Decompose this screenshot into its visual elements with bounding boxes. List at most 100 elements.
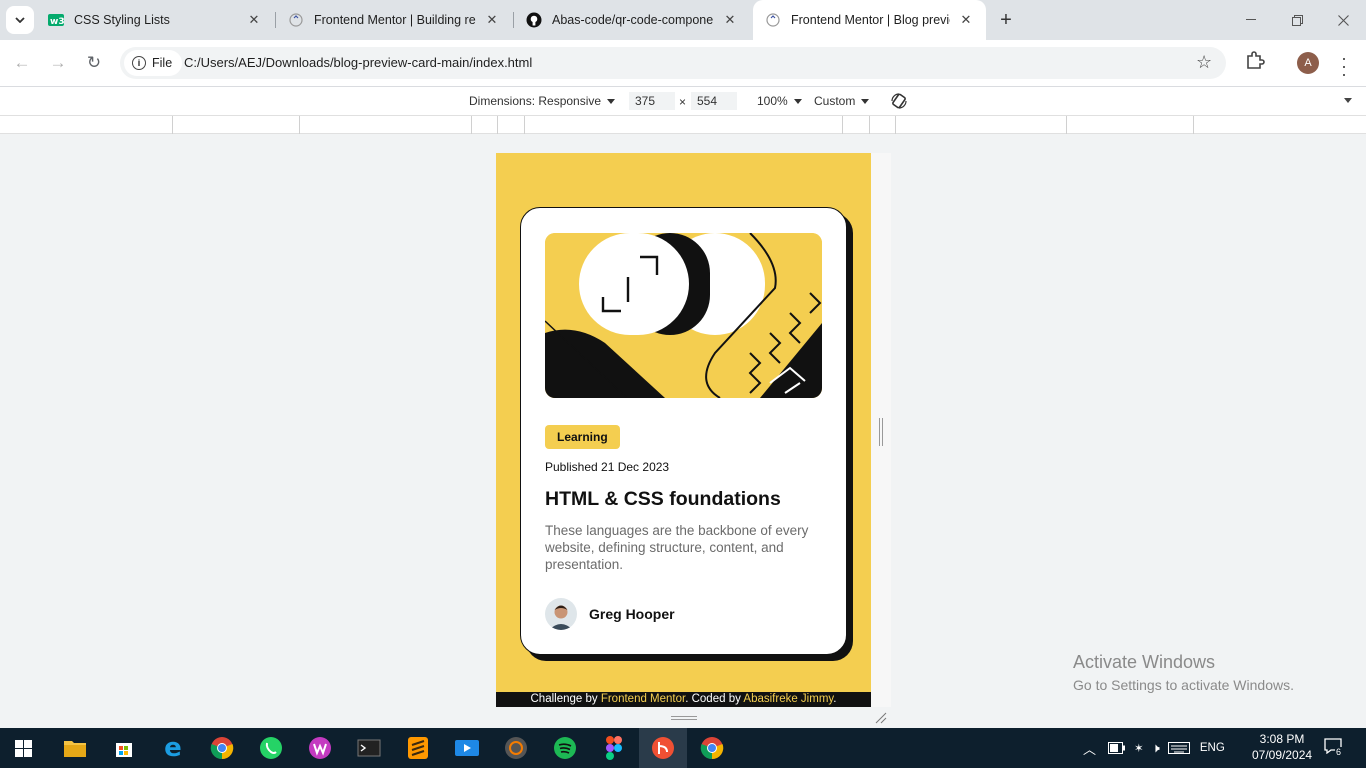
tab-strip: w3 CSS Styling Lists ✕ Frontend Mentor |…: [0, 0, 1366, 40]
ruler-tick: [869, 116, 870, 134]
ruler-tick: [471, 116, 472, 134]
card-description: These languages are the backbone of ever…: [545, 523, 809, 572]
url-text[interactable]: C:/Users/AEJ/Downloads/blog-preview-card…: [184, 55, 532, 70]
zoom-dropdown[interactable]: 100%: [757, 94, 802, 108]
browser-toolbar: ← → ↻ i File C:/Users/AEJ/Downloads/blog…: [0, 40, 1366, 86]
wps-office-icon[interactable]: [306, 734, 334, 762]
resize-corner-icon[interactable]: [875, 712, 887, 724]
battery-icon[interactable]: [1108, 742, 1126, 754]
network-icon[interactable]: ✶: [1134, 741, 1144, 755]
arrow-left-icon: ←: [13, 53, 31, 72]
card-title[interactable]: HTML & CSS foundations: [545, 488, 781, 511]
new-tab-button[interactable]: +: [994, 8, 1018, 32]
frontend-mentor-link[interactable]: Frontend Mentor: [601, 693, 685, 705]
throttle-dropdown[interactable]: Custom: [814, 94, 870, 108]
resize-handle-right[interactable]: [879, 418, 883, 446]
watermark-subtitle: Go to Settings to activate Windows.: [1073, 677, 1294, 693]
ruler-tick: [1193, 116, 1194, 134]
svg-text:w3: w3: [50, 17, 64, 26]
ruler-tick: [172, 116, 173, 134]
notification-center-icon[interactable]: 6: [1324, 738, 1344, 758]
more-options-caret-icon[interactable]: [1344, 98, 1352, 103]
microsoft-store-icon[interactable]: [110, 734, 138, 762]
attribution-footer: Challenge by Frontend Mentor. Coded by A…: [496, 692, 871, 707]
minimize-button[interactable]: [1228, 0, 1274, 40]
tab-github-qr-code[interactable]: Abas-code/qr-code-componen ✕: [514, 0, 750, 40]
browser-menu-icon[interactable]: · · ·: [1336, 49, 1352, 83]
chevron-up-icon[interactable]: ︿: [1083, 739, 1096, 758]
scheme-label: File: [152, 56, 173, 70]
restore-button[interactable]: [1274, 0, 1320, 40]
author-link[interactable]: Abasifreke Jimmy: [743, 693, 833, 705]
ruler-tick: [1066, 116, 1067, 134]
ruler-tick: [895, 116, 896, 134]
edge-icon[interactable]: e: [159, 733, 187, 763]
watermark-title: Activate Windows: [1073, 652, 1216, 672]
published-date: Published 21 Dec 2023: [545, 460, 670, 474]
height-input[interactable]: 554: [691, 92, 737, 110]
info-icon: i: [132, 56, 146, 70]
spotify-icon[interactable]: [551, 734, 579, 762]
close-tab-icon[interactable]: ✕: [722, 12, 738, 28]
whatsapp-icon[interactable]: [257, 734, 285, 762]
language-indicator[interactable]: ENG: [1200, 742, 1225, 754]
close-tab-icon[interactable]: ✕: [484, 12, 500, 28]
width-input[interactable]: 375: [629, 92, 675, 110]
git-client-icon[interactable]: [649, 734, 677, 762]
close-tab-icon[interactable]: ✕: [246, 12, 262, 28]
rotate-icon[interactable]: [890, 92, 908, 110]
dimensions-label: Dimensions: Responsive: [469, 94, 602, 108]
file-explorer-icon[interactable]: [61, 734, 89, 762]
author-name: Greg Hooper: [589, 606, 675, 622]
minimize-icon: [1246, 19, 1256, 20]
media-player-icon[interactable]: [502, 734, 530, 762]
attribution-suffix: .: [833, 693, 837, 705]
restore-icon: [1291, 14, 1303, 26]
close-window-button[interactable]: [1320, 0, 1366, 40]
author: Greg Hooper: [545, 598, 675, 630]
address-bar[interactable]: i File C:/Users/AEJ/Downloads/blog-previ…: [120, 47, 1226, 79]
clock[interactable]: 3:08 PM 07/09/2024: [1252, 731, 1312, 763]
resize-handle-bottom[interactable]: [671, 716, 697, 720]
chrome-icon[interactable]: [208, 734, 236, 762]
device-preview: Learning Published 21 Dec 2023 HTML & CS…: [496, 153, 871, 707]
clock-time: 3:08 PM: [1259, 732, 1305, 746]
keyboard-icon[interactable]: [1167, 742, 1190, 754]
throttle-label: Custom: [814, 94, 856, 108]
tab-css-styling-lists[interactable]: w3 CSS Styling Lists ✕: [36, 0, 274, 40]
dimension-separator: ×: [679, 95, 687, 109]
tab-blog-preview[interactable]: Frontend Mentor | Blog preview ✕: [753, 0, 986, 40]
site-info-chip[interactable]: i File: [124, 50, 183, 76]
sublime-text-icon[interactable]: [404, 734, 432, 762]
reload-button[interactable]: ↻: [80, 49, 108, 77]
tab-title: Abas-code/qr-code-componen: [552, 13, 714, 27]
ruler-tick: [497, 116, 498, 134]
arrow-right-icon: →: [49, 53, 67, 72]
windows-taskbar: e ︿ ✶ 🕨 ENG 3:08 PM 07/09/2024 6: [0, 728, 1366, 768]
terminal-icon[interactable]: [355, 734, 383, 762]
volume-icon[interactable]: 🕨: [1152, 740, 1160, 756]
caret-down-icon: [793, 98, 802, 104]
close-tab-icon[interactable]: ✕: [958, 12, 974, 28]
zoom-label: 100%: [757, 94, 788, 108]
bookmark-star-icon[interactable]: ☆: [1196, 52, 1212, 73]
chrome-icon[interactable]: [698, 734, 726, 762]
dimensions-dropdown[interactable]: Dimensions: Responsive: [469, 94, 616, 108]
back-button[interactable]: ←: [8, 49, 36, 77]
github-icon: [526, 12, 542, 28]
tab-frontend-mentor-building[interactable]: Frontend Mentor | Building resp ✕: [276, 0, 512, 40]
windows-start-icon[interactable]: [15, 740, 32, 757]
blog-illustration: [545, 233, 822, 398]
attribution-prefix: Challenge by: [530, 693, 601, 705]
video-editor-icon[interactable]: [453, 734, 481, 762]
activate-windows-watermark: Activate Windows Go to Settings to activ…: [1073, 652, 1294, 693]
tab-search-dropdown[interactable]: [6, 6, 34, 34]
w3schools-icon: w3: [48, 12, 64, 28]
attribution-middle: . Coded by: [685, 693, 744, 705]
forward-button[interactable]: →: [44, 49, 72, 77]
media-query-bar: [0, 115, 1366, 134]
notification-count: 6: [1335, 747, 1343, 757]
extensions-puzzle-icon[interactable]: [1244, 49, 1266, 71]
figma-icon[interactable]: [600, 734, 628, 762]
profile-avatar[interactable]: A: [1297, 52, 1319, 74]
